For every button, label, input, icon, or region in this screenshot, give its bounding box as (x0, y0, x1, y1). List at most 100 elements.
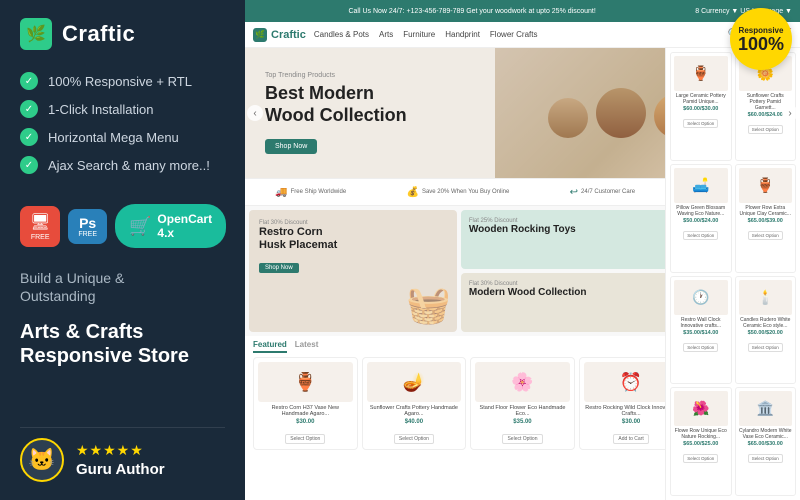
rp-name-5: Candles Rudero White Ceramic Eco style..… (739, 317, 793, 329)
rp-card-2: 🛋️ Pillow Green Blossam Waving Eco Natur… (670, 164, 732, 273)
preview-area: Responsive 100% Call Us Now 24/7: +123-4… (245, 0, 800, 500)
cart-icon: 🛒 (129, 216, 151, 237)
rp-card-3: 🏺 Plower Row Extra Unique Clay Ceramic..… (735, 164, 797, 273)
product-price-2: $35.00 (475, 419, 570, 425)
product-btn-2[interactable]: Select Option (502, 434, 542, 444)
check-icon-2: ✓ (20, 100, 38, 118)
product-name-2: Stand Floor Flower Eco Handmade Eco... (475, 405, 570, 417)
sidebar: 🌿 Craftic ✓ 100% Responsive + RTL ✓ 1-Cl… (0, 0, 245, 500)
rp-name-0: Large Ceramic Pottery Pamid Unique... (674, 93, 728, 105)
support-icon: ↩ (570, 187, 578, 198)
hero-shop-now-button[interactable]: Shop Now (265, 139, 317, 154)
rp-card-7: 🏛️ Cylandro Modern White Vase Eco Cerami… (735, 387, 797, 496)
rp-price-0: $60.00/$30.00 (674, 106, 728, 112)
slider-arrow-left[interactable]: ‹ (247, 105, 263, 121)
hero-subtitle: Top Trending Products (265, 72, 407, 79)
feature-bar-item-3: ↩ 24/7 Customer Care (570, 187, 635, 198)
rp-image-7: 🏛️ (739, 391, 793, 426)
author-name: Guru Author (76, 461, 165, 478)
product-btn-3[interactable]: Add to Cart (613, 434, 648, 444)
promo-text: Call Us Now 24/7: +123-456-789-789 Get y… (253, 8, 691, 15)
rp-btn-0[interactable]: Select Option (683, 119, 718, 128)
tab-latest[interactable]: Latest (295, 340, 319, 353)
rp-image-6: 🌺 (674, 391, 728, 426)
rp-name-2: Pillow Green Blossam Waving Eco Nature..… (674, 205, 728, 217)
badge-opencart: 🛒 OpenCart 4.x (115, 204, 226, 248)
banner-left-image: 🧺 (406, 284, 451, 326)
preview-browser: Call Us Now 24/7: +123-456-789-789 Get y… (245, 0, 800, 500)
rp-btn-6[interactable]: Select Option (683, 454, 718, 463)
rp-btn-1[interactable]: Select Option (748, 125, 783, 134)
tech-badges: 🖥 FREE Ps FREE 🛒 OpenCart 4.x (20, 204, 225, 248)
check-icon-1: ✓ (20, 72, 38, 90)
product-image-1: 🪔 (367, 362, 462, 402)
monitor-icon: 🖥 (30, 212, 50, 232)
nav-logo: 🌿 Craftic (253, 28, 306, 42)
badge-ps: Ps FREE (68, 209, 107, 244)
product-price-1: $40.00 (367, 419, 462, 425)
product-name-1: Sunflower Crafts Pottery Handmade Agaro.… (367, 405, 462, 417)
check-icon-4: ✓ (20, 156, 38, 174)
discount-icon: 💰 (406, 187, 418, 198)
product-btn-1[interactable]: Select Option (394, 434, 434, 444)
feature-item-3: ✓ Horizontal Mega Menu (20, 128, 225, 146)
right-panel: 🏺 Large Ceramic Pottery Pamid Unique... … (665, 48, 800, 500)
rp-price-7: $65.00/$30.00 (739, 441, 793, 447)
banner-left: Flat 30% Discount Restro Corn Husk Place… (249, 210, 457, 332)
tab-featured[interactable]: Featured (253, 340, 287, 353)
nav-link-flower[interactable]: Flower Crafts (490, 30, 538, 39)
rp-image-0: 🏺 (674, 56, 728, 91)
feature-item-2: ✓ 1-Click Installation (20, 100, 225, 118)
rp-btn-4[interactable]: Select Option (683, 343, 718, 352)
rp-card-5: 🕯️ Candles Rudero White Ceramic Eco styl… (735, 276, 797, 385)
rp-btn-3[interactable]: Select Option (748, 231, 783, 240)
nav-link-arts[interactable]: Arts (379, 30, 393, 39)
rp-name-6: Flowe Row Unique Eco Nature Rocking... (674, 428, 728, 440)
nav-link-furniture[interactable]: Furniture (403, 30, 435, 39)
product-card-0: 🏺 Restro Corn H37 Vase New Handmade Agar… (253, 357, 358, 450)
product-image-2: 🌸 (475, 362, 570, 402)
feature-item-1: ✓ 100% Responsive + RTL (20, 72, 225, 90)
product-btn-0[interactable]: Select Option (285, 434, 325, 444)
rp-btn-2[interactable]: Select Option (683, 231, 718, 240)
hero-left: Top Trending Products Best Modern Wood C… (245, 56, 427, 169)
rp-image-5: 🕯️ (739, 280, 793, 315)
author-info: ★★★★★ Guru Author (76, 442, 165, 478)
banner-left-btn[interactable]: Shop Now (259, 263, 299, 273)
candle-1 (548, 98, 588, 138)
rp-card-6: 🌺 Flowe Row Unique Eco Nature Rocking...… (670, 387, 732, 496)
author-avatar: 🐱 (20, 438, 64, 482)
logo-text: Craftic (62, 21, 135, 47)
tagline: Build a Unique & Outstanding (20, 270, 225, 304)
nav-link-candles[interactable]: Candles & Pots (314, 30, 369, 39)
rp-price-4: $35.00/$14.00 (674, 330, 728, 336)
feature-bar-item-2: 💰 Save 20% When You Buy Online (406, 187, 509, 198)
browser-navbar: 🌿 Craftic Candles & Pots Arts Furniture … (245, 22, 800, 48)
rp-image-2: 🛋️ (674, 168, 728, 203)
nav-link-handprint[interactable]: Handprint (445, 30, 480, 39)
rp-btn-7[interactable]: Select Option (748, 454, 783, 463)
slider-arrow-right[interactable]: › (782, 105, 798, 121)
product-card-1: 🪔 Sunflower Crafts Pottery Handmade Agar… (362, 357, 467, 450)
browser-topbar: Call Us Now 24/7: +123-456-789-789 Get y… (245, 0, 800, 22)
rp-price-2: $50.00/$24.00 (674, 218, 728, 224)
badge-monitor: 🖥 FREE (20, 206, 60, 247)
rp-image-4: 🕐 (674, 280, 728, 315)
logo-icon: 🌿 (20, 18, 52, 50)
author-stars: ★★★★★ (76, 442, 165, 459)
rp-image-3: 🏺 (739, 168, 793, 203)
product-card-2: 🌸 Stand Floor Flower Eco Handmade Eco...… (470, 357, 575, 450)
feature-bar-item-1: 🚚 Free Ship Worldwide (275, 187, 346, 198)
main-container: 🌿 Craftic ✓ 100% Responsive + RTL ✓ 1-Cl… (0, 0, 800, 500)
responsive-badge: Responsive 100% (730, 8, 792, 70)
hero-title: Best Modern Wood Collection (265, 83, 407, 126)
author-section: 🐱 ★★★★★ Guru Author (20, 427, 225, 482)
rp-card-4: 🕐 Restro Wall Clock Innovative crafts...… (670, 276, 732, 385)
logo-area: 🌿 Craftic (20, 18, 225, 50)
rp-btn-5[interactable]: Select Option (748, 343, 783, 352)
rp-name-7: Cylandro Modern White Vase Eco Ceramic..… (739, 428, 793, 440)
rp-price-6: $65.00/$25.00 (674, 441, 728, 447)
author-avatar-icon: 🐱 (28, 447, 55, 473)
rp-name-4: Restro Wall Clock Innovative crafts... (674, 317, 728, 329)
feature-item-4: ✓ Ajax Search & many more..! (20, 156, 225, 174)
